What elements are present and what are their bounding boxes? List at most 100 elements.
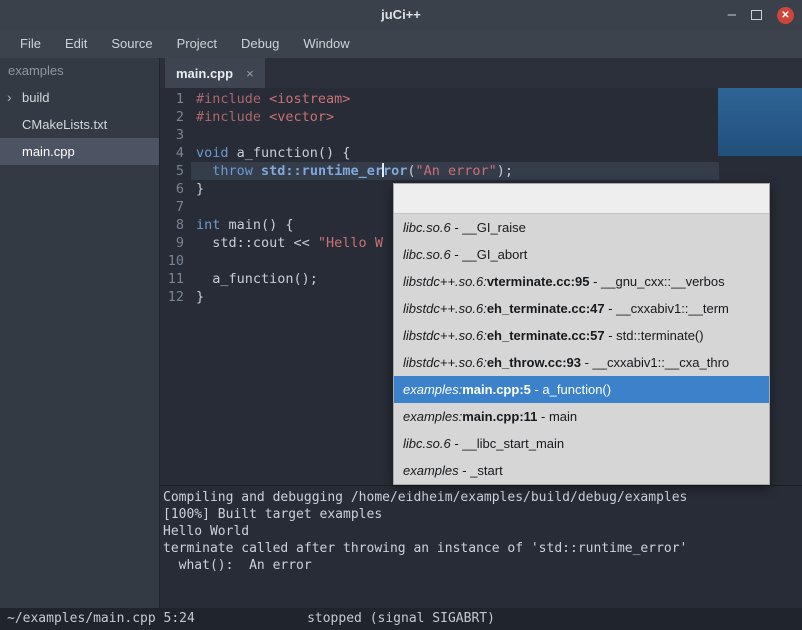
code-line-1[interactable]: 1#include <iostream> — [160, 90, 802, 108]
backtrace-function: - __GI_raise — [451, 220, 526, 235]
tree-item-build[interactable]: › build — [0, 84, 159, 111]
backtrace-module: libstdc++.so.6: — [403, 355, 487, 370]
backtrace-item[interactable]: examples - _start — [394, 457, 769, 484]
tab-close-icon[interactable]: × — [246, 66, 254, 81]
tab-main-cpp[interactable]: main.cpp × — [165, 58, 265, 88]
terminal-output: Compiling and debugging /home/eidheim/ex… — [163, 489, 799, 574]
status-bar: ~/examples/main.cpp 5:24 stopped (signal… — [0, 608, 802, 630]
backtrace-function: - __cxxabiv1::__cxa_thro — [581, 355, 729, 370]
backtrace-module: libc.so.6 — [403, 436, 451, 451]
project-name: examples — [0, 58, 159, 84]
window-controls: – ✕ — [728, 0, 794, 30]
code-line-5[interactable]: 5 throw std::runtime_error("An error"); — [160, 162, 802, 180]
backtrace-module: libc.so.6 — [403, 247, 451, 262]
backtrace-module: libstdc++.so.6: — [403, 301, 487, 316]
window-title: juCi++ — [0, 0, 802, 30]
backtrace-function: - _start — [459, 463, 503, 478]
backtrace-item[interactable]: examples:main.cpp:11 - main — [394, 403, 769, 430]
close-icon[interactable]: ✕ — [777, 7, 794, 24]
code-text: #include <iostream> — [191, 90, 350, 108]
tab-strip: main.cpp × — [160, 58, 802, 88]
tree-item-main.cpp[interactable]: main.cpp — [0, 138, 159, 165]
code-line-2[interactable]: 2#include <vector> — [160, 108, 802, 126]
code-text: std::cout << "Hello W — [191, 234, 383, 252]
backtrace-module: libc.so.6 — [403, 220, 451, 235]
code-line-4[interactable]: 4void a_function() { — [160, 144, 802, 162]
minimize-icon[interactable]: – — [728, 10, 736, 20]
backtrace-module: libstdc++.so.6: — [403, 274, 487, 289]
menu-source[interactable]: Source — [99, 30, 164, 58]
terminal-line: [100%] Built target examples — [163, 506, 799, 523]
menu-debug[interactable]: Debug — [229, 30, 291, 58]
backtrace-file-line: main.cpp:5 — [462, 382, 531, 397]
menu-file[interactable]: File — [8, 30, 53, 58]
backtrace-module: examples: — [403, 382, 462, 397]
backtrace-list: libc.so.6 - __GI_raiselibc.so.6 - __GI_a… — [394, 214, 769, 484]
code-text: int main() { — [191, 216, 294, 234]
code-text — [191, 252, 196, 270]
backtrace-file-line: eh_terminate.cc:47 — [487, 301, 605, 316]
tree-item-label: build — [22, 90, 49, 105]
title-bar: juCi++ – ✕ — [0, 0, 802, 30]
backtrace-file-line: vterminate.cc:95 — [487, 274, 590, 289]
line-number: 8 — [160, 216, 191, 234]
backtrace-item[interactable]: libstdc++.so.6:vterminate.cc:95 - __gnu_… — [394, 268, 769, 295]
backtrace-item[interactable]: libstdc++.so.6:eh_terminate.cc:57 - std:… — [394, 322, 769, 349]
line-number: 7 — [160, 198, 191, 216]
restore-icon[interactable] — [751, 10, 762, 20]
backtrace-module: libstdc++.so.6: — [403, 328, 487, 343]
menu-edit[interactable]: Edit — [53, 30, 99, 58]
file-tree: › build CMakeLists.txt main.cpp — [0, 84, 159, 165]
backtrace-popup-header — [394, 184, 769, 214]
menu-bar: FileEditSourceProjectDebugWindow — [0, 30, 802, 58]
code-text: a_function(); — [191, 270, 318, 288]
backtrace-function: - a_function() — [531, 382, 611, 397]
backtrace-item[interactable]: examples:main.cpp:5 - a_function() — [394, 376, 769, 403]
backtrace-item[interactable]: libc.so.6 - __libc_start_main — [394, 430, 769, 457]
line-number: 12 — [160, 288, 191, 306]
backtrace-file-line: eh_throw.cc:93 — [487, 355, 581, 370]
terminal-line: Hello World — [163, 523, 799, 540]
tree-item-label: CMakeLists.txt — [22, 117, 107, 132]
line-number: 2 — [160, 108, 191, 126]
code-line-3[interactable]: 3 — [160, 126, 802, 144]
code-text — [191, 126, 196, 144]
terminal-line: Compiling and debugging /home/eidheim/ex… — [163, 489, 799, 506]
terminal-line: what(): An error — [163, 557, 799, 574]
backtrace-file-line: eh_terminate.cc:57 — [487, 328, 605, 343]
terminal-line: terminate called after throwing an insta… — [163, 540, 799, 557]
line-number: 3 — [160, 126, 191, 144]
menu-window[interactable]: Window — [291, 30, 361, 58]
backtrace-item[interactable]: libc.so.6 - __GI_abort — [394, 241, 769, 268]
backtrace-module: examples: — [403, 409, 462, 424]
status-debug-state: stopped (signal SIGABRT) — [0, 608, 802, 630]
backtrace-item[interactable]: libc.so.6 - __GI_raise — [394, 214, 769, 241]
expander-icon[interactable]: › — [7, 84, 12, 111]
project-sidebar: examples › build CMakeLists.txt main.cpp — [0, 58, 160, 608]
debug-tooltip-box — [718, 88, 802, 156]
tree-item-label: main.cpp — [22, 144, 75, 159]
code-text: } — [191, 288, 204, 306]
backtrace-file-line: main.cpp:11 — [462, 409, 537, 424]
line-number: 4 — [160, 144, 191, 162]
backtrace-item[interactable]: libstdc++.so.6:eh_terminate.cc:47 - __cx… — [394, 295, 769, 322]
line-number: 10 — [160, 252, 191, 270]
code-text — [191, 198, 196, 216]
backtrace-function: - __gnu_cxx::__verbos — [589, 274, 724, 289]
backtrace-function: - __GI_abort — [451, 247, 528, 262]
backtrace-popup: libc.so.6 - __GI_raiselibc.so.6 - __GI_a… — [393, 183, 770, 485]
line-number: 6 — [160, 180, 191, 198]
backtrace-function: - main — [537, 409, 577, 424]
code-text: #include <vector> — [191, 108, 334, 126]
backtrace-function: - std::terminate() — [605, 328, 704, 343]
code-text: void a_function() { — [191, 144, 350, 162]
backtrace-item[interactable]: libstdc++.so.6:eh_throw.cc:93 - __cxxabi… — [394, 349, 769, 376]
tab-label: main.cpp — [176, 66, 233, 81]
terminal-panel[interactable]: Compiling and debugging /home/eidheim/ex… — [160, 485, 802, 608]
line-number: 11 — [160, 270, 191, 288]
menu-project[interactable]: Project — [165, 30, 229, 58]
backtrace-function: - __cxxabiv1::__term — [605, 301, 729, 316]
tree-item-cmakelists.txt[interactable]: CMakeLists.txt — [0, 111, 159, 138]
backtrace-module: examples — [403, 463, 459, 478]
code-text: } — [191, 180, 204, 198]
